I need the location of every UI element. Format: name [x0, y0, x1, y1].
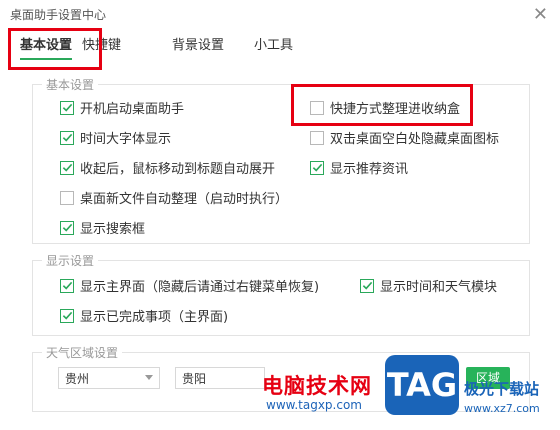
province-select[interactable]: 贵州 [58, 367, 160, 389]
weather-settings-title: 天气区域设置 [42, 344, 123, 361]
province-value: 贵州 [65, 372, 90, 386]
option-large-clock[interactable]: 时间大字体显示 [60, 128, 171, 147]
option-label: 双击桌面空白处隐藏桌面图标 [330, 132, 500, 147]
basic-settings-title: 基本设置 [42, 76, 99, 93]
checkbox-checked-icon[interactable] [60, 160, 74, 175]
checkbox-unchecked-icon[interactable] [60, 190, 74, 205]
tab-background[interactable]: 背景设置 [172, 34, 224, 53]
checkbox-checked-icon[interactable] [310, 160, 324, 175]
option-search-box[interactable]: 显示搜索框 [60, 218, 145, 237]
checkbox-checked-icon[interactable] [60, 308, 74, 323]
tab-widgets[interactable]: 小工具 [254, 34, 293, 53]
option-label: 显示时间和天气模块 [380, 280, 498, 295]
highlight-box-tab [8, 28, 102, 70]
city-select[interactable]: 贵阳 [175, 367, 265, 389]
checkbox-checked-icon[interactable] [60, 278, 74, 293]
option-label: 显示搜索框 [80, 222, 146, 237]
watermark-url-2: www.xz7.com [464, 402, 540, 415]
option-label: 显示主界面（隐藏后请通过右键菜单恢复) [80, 280, 320, 295]
checkbox-checked-icon[interactable] [60, 100, 74, 115]
option-label: 时间大字体显示 [80, 132, 172, 147]
checkbox-checked-icon[interactable] [60, 220, 74, 235]
close-icon[interactable]: ✕ [533, 4, 548, 25]
option-show-main[interactable]: 显示主界面（隐藏后请通过右键菜单恢复) [60, 276, 319, 295]
checkbox-unchecked-icon[interactable] [310, 130, 324, 145]
city-value: 贵阳 [182, 372, 207, 386]
watermark-logo: TAG [385, 355, 459, 415]
option-label: 显示推荐资讯 [330, 162, 409, 177]
watermark-url: www.tagxp.com [266, 398, 362, 412]
checkbox-checked-icon[interactable] [360, 278, 374, 293]
watermark-download-text: 极光下载站 [464, 380, 540, 398]
option-label: 开机启动桌面助手 [80, 102, 185, 117]
option-label: 收起后，鼠标移动到标题自动展开 [80, 162, 276, 177]
option-show-time-weather[interactable]: 显示时间和天气模块 [360, 276, 497, 295]
option-dblclick-hide[interactable]: 双击桌面空白处隐藏桌面图标 [310, 128, 499, 147]
option-auto-organize[interactable]: 桌面新文件自动整理（启动时执行） [60, 188, 288, 207]
highlight-box-option [291, 84, 473, 126]
window-title: 桌面助手设置中心 [10, 8, 107, 22]
option-autostart[interactable]: 开机启动桌面助手 [60, 98, 184, 117]
chevron-down-icon [145, 375, 153, 380]
option-show-news[interactable]: 显示推荐资讯 [310, 158, 408, 177]
watermark-text: 电脑技术网 [262, 374, 372, 398]
option-auto-expand[interactable]: 收起后，鼠标移动到标题自动展开 [60, 158, 275, 177]
option-label: 显示已完成事项（主界面) [80, 310, 229, 325]
option-label: 桌面新文件自动整理（启动时执行） [80, 192, 289, 207]
display-settings-title: 显示设置 [42, 252, 99, 269]
checkbox-checked-icon[interactable] [60, 130, 74, 145]
option-show-completed[interactable]: 显示已完成事项（主界面) [60, 306, 228, 325]
